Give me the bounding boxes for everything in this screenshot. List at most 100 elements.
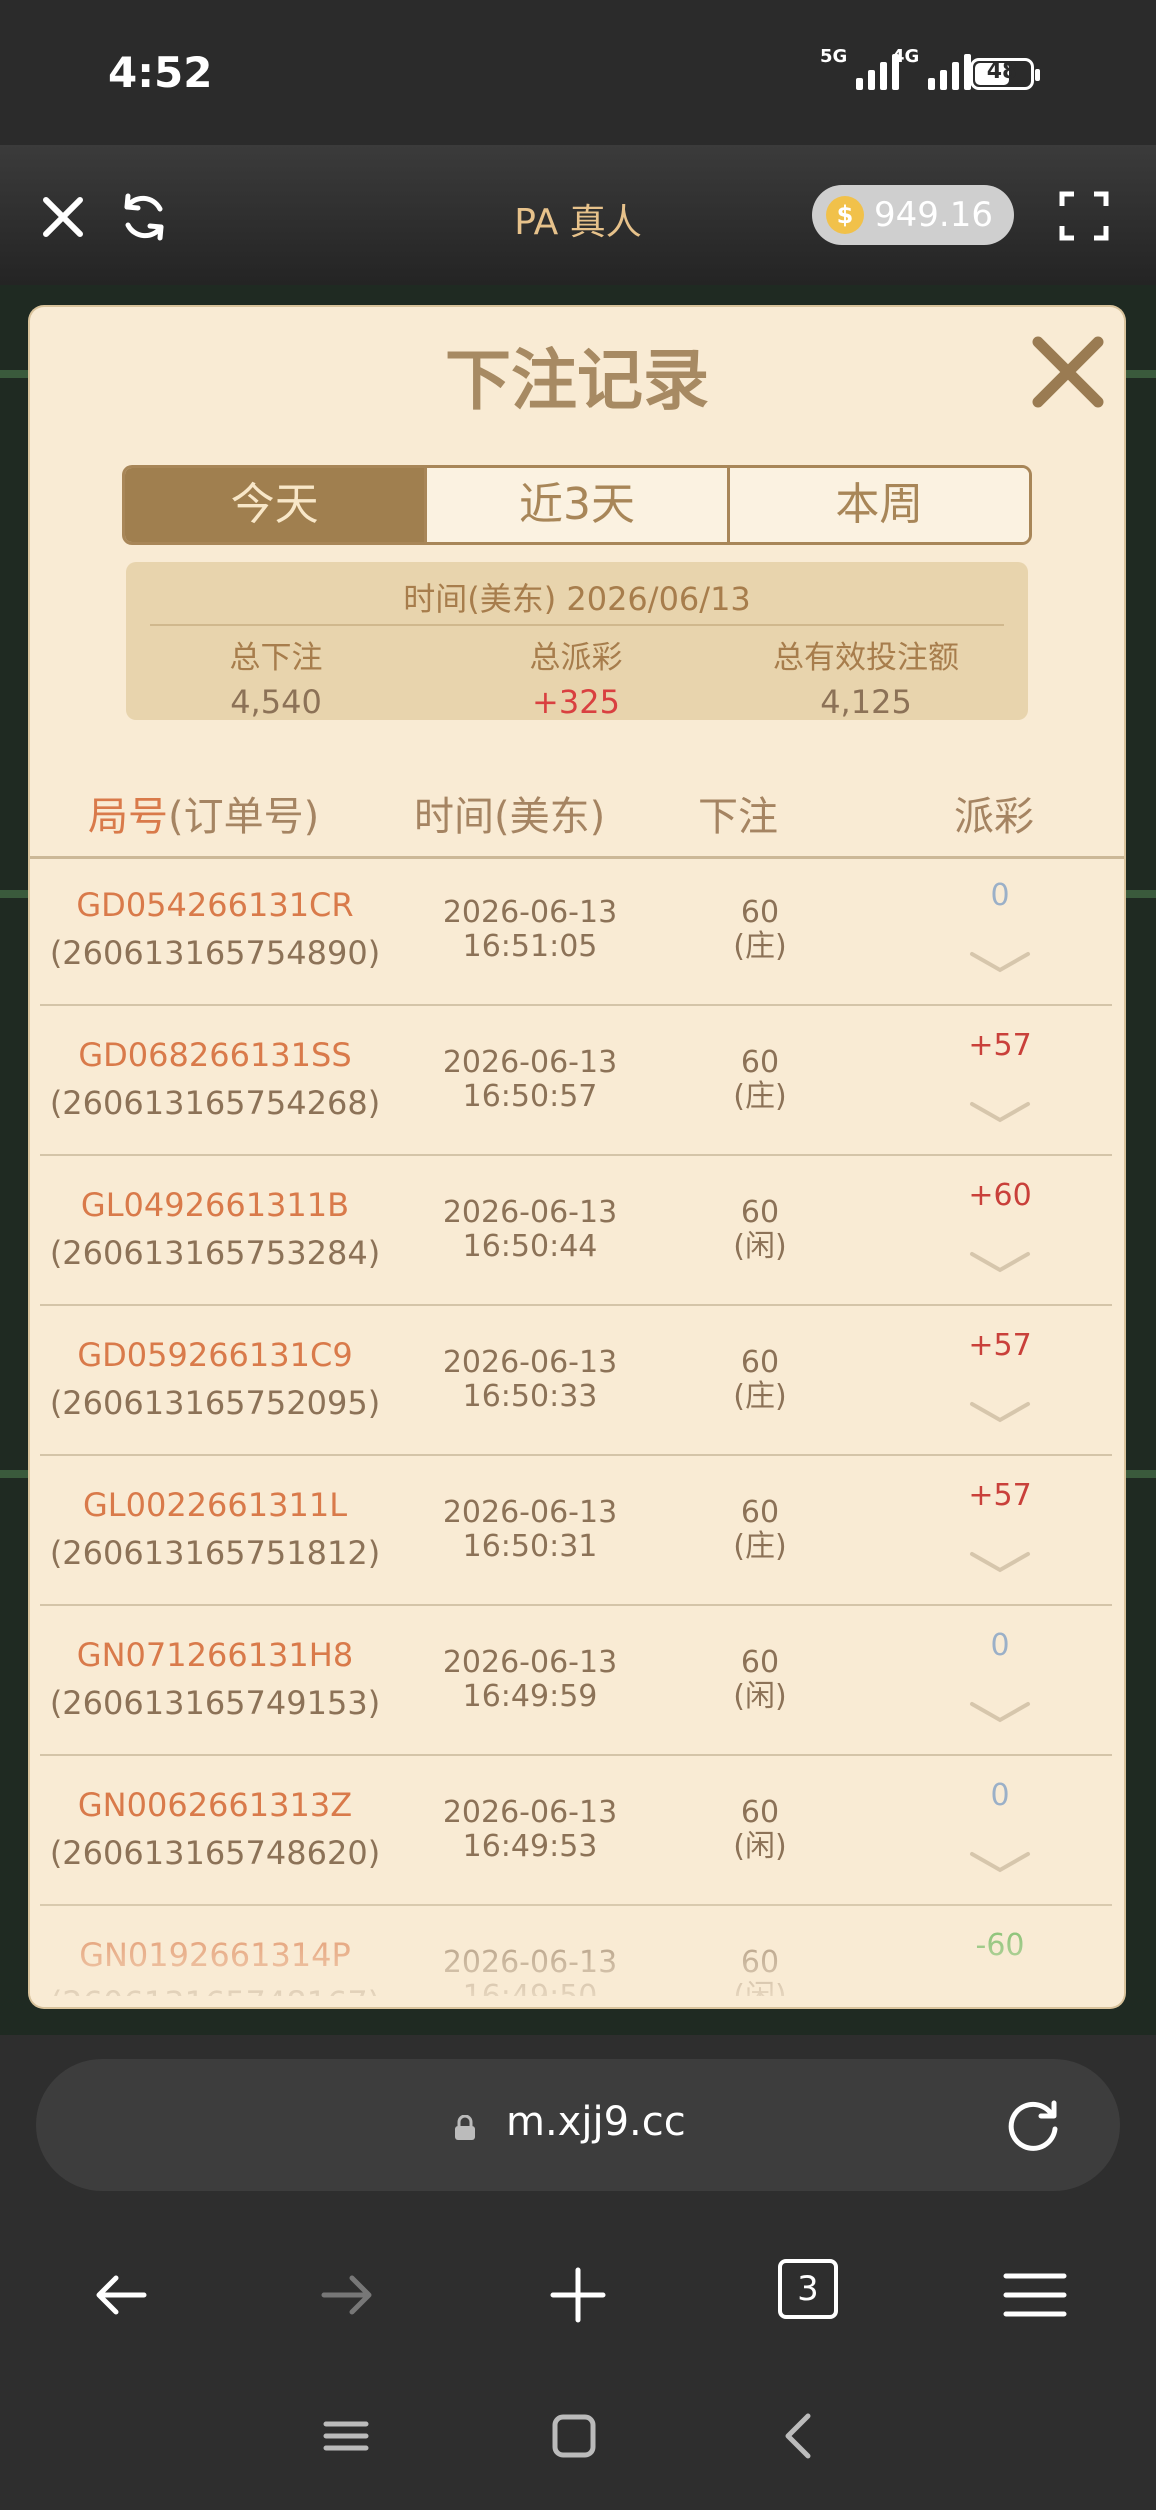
bet-amount: 60(闲) [733,1195,787,1264]
tab-last-3-days[interactable]: 近3天 [424,468,727,542]
url-text: m.xjj9.cc [506,2099,686,2145]
total-bet-value: 4,540 [230,683,322,721]
net1-label: 5G [820,46,848,67]
system-back-icon[interactable] [772,2408,828,2464]
new-tab-plus-icon[interactable] [543,2260,613,2330]
bet-amount: 60(闲) [733,1945,786,1997]
menu-icon[interactable] [1000,2260,1070,2330]
total-payout-value: +325 [532,683,620,721]
total-valid-value: 4,125 [820,683,912,721]
net2-label: 4G [892,46,920,67]
bet-time: 2026-06-13 16:51:05 [442,895,618,964]
order-number: (260613165754268) [49,1084,381,1122]
address-bar[interactable]: m.xjj9.cc [36,2059,1120,2191]
chevron-down-icon[interactable] [968,1848,1032,1876]
payout-value: -60 [975,1928,1025,1963]
payout-value: 0 [990,1628,1010,1663]
tab-count-button[interactable]: 3 [778,2259,838,2319]
recent-apps-icon[interactable] [318,2408,374,2464]
bet-row[interactable]: GD054266131CR (260613165754890) 2026-06-13… [40,856,1112,1006]
summary-panel: 时间(美东) 2026/06/13 总下注 4,540 总派彩 +325 总有效… [126,562,1028,721]
summary-date: 时间(美东) 2026/06/13 [403,580,751,618]
bet-time: 2026-06-1316:49:50 [442,1945,618,1997]
tab-this-week[interactable]: 本周 [726,468,1029,542]
total-valid: 总有效投注额 4,125 [716,632,1016,721]
payout-value: 0 [990,878,1010,913]
chevron-down-icon[interactable] [968,1248,1032,1276]
col-time: 时间(美东) [414,794,606,840]
back-arrow-icon[interactable] [86,2260,156,2330]
bet-row[interactable]: GL0492661311B (260613165753284) 2026-06-13… [40,1156,1112,1306]
bet-time: 2026-06-13 16:50:33 [442,1345,618,1414]
total-bet-label: 总下注 [229,640,323,676]
round-id: GN0192661314P [79,1936,351,1974]
round-id: GN071266131H8 [76,1636,354,1674]
total-payout-label: 总派彩 [529,640,623,676]
total-payout: 总派彩 +325 [426,632,726,721]
bet-row[interactable]: GN071266131H8 (260613165749153) 2026-06-13… [40,1606,1112,1756]
payout-value: +57 [968,1028,1032,1063]
col-round-id: 局号(订单号) [88,794,320,840]
bet-amount: 60 (庄) [733,895,787,964]
bet-time: 2026-06-13 16:50:31 [442,1495,618,1564]
bet-row[interactable]: GN0192661314P (260613165748167) 2026-06-13… [40,1906,1112,1996]
payout-value: 0 [990,1778,1010,1813]
bet-row[interactable]: GD059266131C9 (260613165752095) 2026-06-13… [40,1306,1112,1456]
bet-time: 2026-06-13 16:49:59 [442,1645,618,1714]
bet-time: 2026-06-13 16:50:44 [442,1195,618,1264]
forward-arrow-icon[interactable] [312,2260,382,2330]
bet-amount: 60 (庄) [733,1045,787,1114]
home-icon[interactable] [546,2408,602,2464]
round-id: GL0492661311B [80,1186,350,1224]
status-time: 4:52 [108,48,213,97]
close-icon[interactable] [1028,332,1108,412]
bet-row[interactable]: GL0022661311L (260613165751812) 2026-06-13… [40,1456,1112,1606]
payout-value: +57 [968,1328,1032,1363]
round-id: GN0062661313Z [77,1786,353,1824]
bet-row[interactable]: GN0062661313Z (260613165748620) 2026-06-13… [40,1756,1112,1906]
order-number: (260613165748620) [49,1834,381,1872]
total-bet: 总下注 4,540 [126,632,426,721]
order-number: (260613165748167) [40,1984,390,1996]
round-id: GL0022661311L [82,1486,348,1524]
order-number: (260613165753284) [49,1234,381,1272]
bet-record-modal: 下注记录 今天 近3天 本周 时间(美东) 2026/06/13 总下注 4,5… [30,307,1124,2007]
bet-time: 2026-06-13 16:50:57 [442,1045,618,1114]
signal-4g-icon: 4G [892,46,971,90]
tab-today[interactable]: 今天 [125,468,425,542]
table-header: 局号(订单号) 时间(美东) 下注 派彩 [30,762,1124,859]
bet-time: 2026-06-13 16:49:53 [442,1795,618,1864]
order-number: (260613165751812) [49,1534,381,1572]
order-number: (260613165752095) [49,1384,381,1422]
bet-list: GD054266131CR (260613165754890) 2026-06-13… [40,856,1112,1996]
col-bet: 下注 [698,794,778,840]
signal-5g-icon: 5G [820,46,899,90]
round-id: GD059266131C9 [77,1336,353,1374]
total-valid-label: 总有效投注额 [773,640,959,676]
app-header: PA 真人 $ 949.16 [0,145,1156,285]
battery-level: 48 [986,59,1018,84]
chevron-down-icon[interactable] [968,948,1032,976]
order-number: (260613165754890) [49,934,381,972]
balance-pill[interactable]: $ 949.16 [812,185,1014,245]
fullscreen-icon[interactable] [1058,190,1110,242]
battery-icon: 48 [970,58,1040,90]
status-bar: 4:52 5G 4G 48 [0,0,1156,145]
reload-icon[interactable] [1002,2095,1064,2157]
chevron-down-icon[interactable] [968,1698,1032,1726]
bet-amount: 60 (庄) [733,1345,787,1414]
payout-value: +60 [968,1178,1032,1213]
coin-icon: $ [826,196,864,234]
chevron-down-icon[interactable] [968,1548,1032,1576]
chevron-down-icon[interactable] [968,1098,1032,1126]
bet-amount: 60(闲) [733,1795,787,1864]
lock-icon [455,2115,475,2140]
chevron-down-icon[interactable] [968,1398,1032,1426]
col-payout: 派彩 [954,794,1034,840]
round-id: GD054266131CR [76,886,354,924]
bet-amount: 60(闲) [733,1645,787,1714]
bet-row[interactable]: GD068266131SS (260613165754268) 2026-06-13… [40,1006,1112,1156]
payout-value: +57 [968,1478,1032,1513]
balance-amount: 949.16 [874,195,993,235]
round-id: GD068266131SS [78,1036,352,1074]
